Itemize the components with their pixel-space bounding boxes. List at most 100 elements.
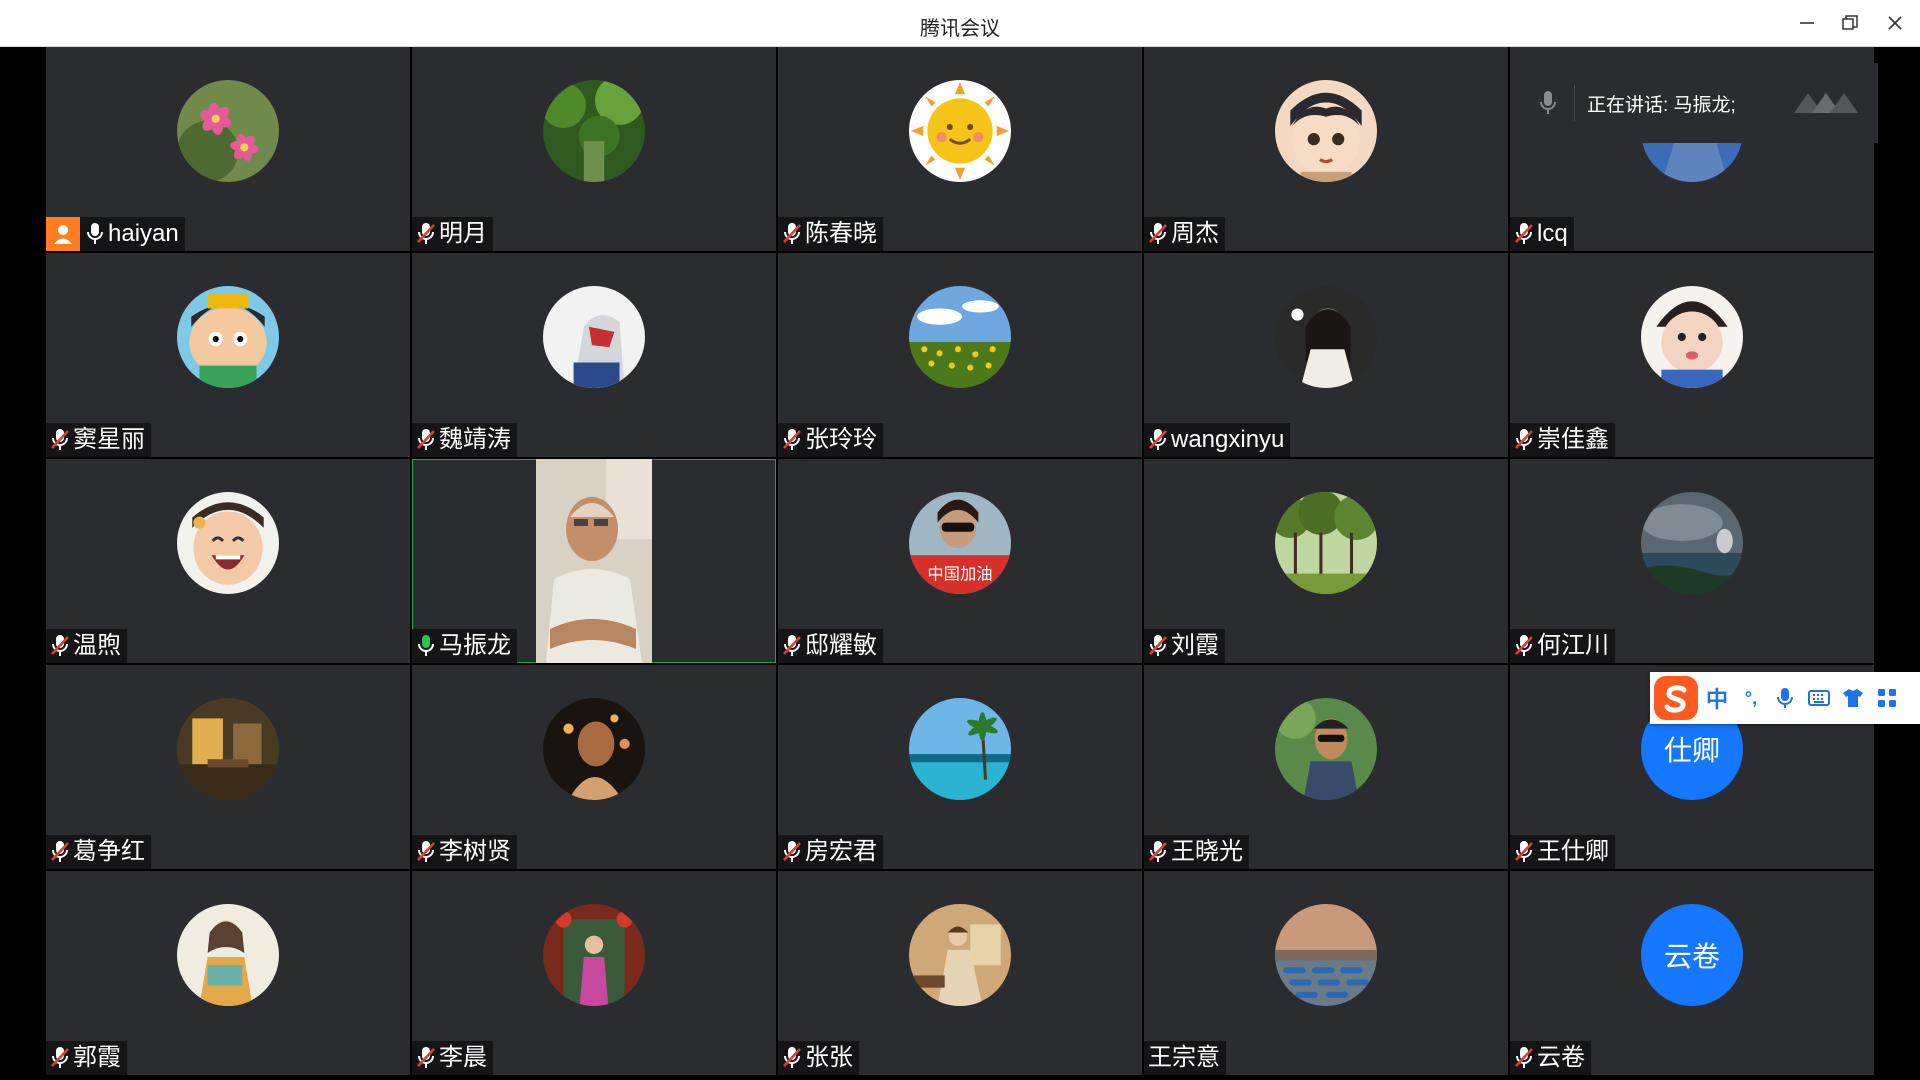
restore-button[interactable]	[1835, 8, 1865, 38]
microphone-muted-icon	[417, 223, 435, 244]
participant-tile[interactable]: 温煦	[46, 459, 410, 663]
mic-status	[1514, 634, 1534, 658]
svg-text:中国加油: 中国加油	[927, 565, 992, 584]
participant-tile[interactable]: 明月	[412, 47, 776, 251]
microphone-muted-icon	[783, 841, 801, 862]
participant-name: 李树贤	[439, 838, 511, 865]
mic-status	[1148, 428, 1168, 452]
minimize-button[interactable]	[1792, 8, 1822, 38]
microphone-muted-icon	[1149, 429, 1167, 450]
avatar: 云卷	[1641, 904, 1743, 1006]
participant-name: 邸耀敏	[805, 632, 877, 659]
name-plate: 王宗意	[1144, 1041, 1226, 1075]
mic-status	[85, 222, 105, 246]
participant-name: 葛争红	[73, 838, 145, 865]
tencent-meeting-logo-icon	[1794, 93, 1858, 113]
avatar	[909, 286, 1011, 388]
name-plate: 张玲玲	[778, 423, 883, 457]
participant-tile[interactable]: 王宗意	[1144, 871, 1508, 1075]
participant-tile[interactable]: 刘霞	[1144, 459, 1508, 663]
name-plate: 魏靖涛	[412, 423, 517, 457]
participant-tile[interactable]: 周杰	[1144, 47, 1508, 251]
name-plate: 邸耀敏	[778, 629, 883, 663]
active-speaker-banner: 正在讲话: 马振龙;	[1512, 63, 1878, 143]
participant-name: 张张	[805, 1044, 853, 1071]
participant-tile[interactable]: haiyan	[46, 47, 410, 251]
microphone-muted-icon	[783, 635, 801, 656]
name-plate: 何江川	[1510, 629, 1615, 663]
participant-tile[interactable]: 窦星丽	[46, 253, 410, 457]
ime-punctuation-toggle[interactable]: °,	[1734, 688, 1768, 709]
participant-grid: haiyan 明月 陈春晓 周杰 lcq 窦星丽 魏靖涛 张玲玲 wangxinyu 崇佳鑫 温煦 马…	[46, 47, 1874, 1075]
video-gallery: haiyan 明月 陈春晓 周杰 lcq 窦星丽 魏靖涛 张玲玲 wangxinyu 崇佳鑫 温煦 马…	[46, 47, 1876, 1077]
participant-tile[interactable]: 王晓光	[1144, 665, 1508, 869]
name-plate: 马振龙	[412, 629, 517, 663]
participant-name: 张玲玲	[805, 426, 877, 453]
ime-toolbar[interactable]: 中 °,	[1650, 672, 1920, 724]
participant-name: 马振龙	[439, 632, 511, 659]
avatar	[543, 286, 645, 388]
participant-tile[interactable]: 郭霞	[46, 871, 410, 1075]
microphone-muted-icon	[1515, 429, 1533, 450]
ime-mode-toggle[interactable]: 中	[1700, 682, 1734, 714]
name-plate: 王晓光	[1144, 835, 1249, 869]
microphone-muted-icon	[1515, 223, 1533, 244]
name-plate: 葛争红	[46, 835, 151, 869]
mic-status	[50, 1046, 70, 1070]
tshirt-icon	[1843, 689, 1863, 707]
participant-tile[interactable]: 张张	[778, 871, 1142, 1075]
mic-status	[1148, 634, 1168, 658]
participant-tile[interactable]: 云卷 云卷	[1510, 871, 1874, 1075]
ime-keyboard-button[interactable]	[1802, 686, 1836, 710]
avatar	[1641, 286, 1743, 388]
microphone-muted-icon	[1515, 1047, 1533, 1068]
participant-name: 明月	[439, 220, 487, 247]
ime-voice-button[interactable]	[1768, 686, 1802, 710]
microphone-muted-icon	[1515, 841, 1533, 862]
name-plate: 房宏君	[778, 835, 883, 869]
mic-status	[1148, 222, 1168, 246]
microphone-muted-icon	[1149, 223, 1167, 244]
participant-tile[interactable]: 中国加油邸耀敏	[778, 459, 1142, 663]
microphone-muted-icon	[417, 429, 435, 450]
participant-tile[interactable]: 马振龙	[412, 459, 776, 663]
participant-name: wangxinyu	[1171, 426, 1285, 453]
mic-status	[1148, 840, 1168, 864]
avatar	[1275, 80, 1377, 182]
mic-status	[416, 840, 436, 864]
microphone-muted-icon	[417, 1047, 435, 1068]
participant-name: 云卷	[1537, 1044, 1585, 1071]
mic-status	[782, 840, 802, 864]
participant-tile[interactable]: 崇佳鑫	[1510, 253, 1874, 457]
mic-status	[50, 634, 70, 658]
host-badge	[46, 217, 80, 251]
avatar	[177, 286, 279, 388]
participant-tile[interactable]: 张玲玲	[778, 253, 1142, 457]
participant-tile[interactable]: 陈春晓	[778, 47, 1142, 251]
participant-tile[interactable]: 魏靖涛	[412, 253, 776, 457]
avatar	[909, 80, 1011, 182]
microphone-muted-icon	[51, 635, 69, 656]
participant-tile[interactable]: 葛争红	[46, 665, 410, 869]
participant-tile[interactable]: 何江川	[1510, 459, 1874, 663]
microphone-muted-icon	[783, 429, 801, 450]
name-plate: 窦星丽	[46, 423, 151, 457]
participant-video	[536, 459, 652, 663]
avatar	[909, 904, 1011, 1006]
avatar: 中国加油	[909, 492, 1011, 594]
participant-name: 王宗意	[1148, 1044, 1220, 1071]
mic-status	[50, 840, 70, 864]
participant-tile[interactable]: 李晨	[412, 871, 776, 1075]
participant-tile[interactable]: 李树贤	[412, 665, 776, 869]
microphone-icon	[1777, 688, 1793, 708]
name-plate: 王仕卿	[1510, 835, 1615, 869]
close-button[interactable]	[1880, 8, 1910, 38]
ime-skin-button[interactable]	[1836, 686, 1870, 710]
participant-tile[interactable]: wangxinyu	[1144, 253, 1508, 457]
microphone-muted-icon	[1149, 841, 1167, 862]
participant-tile[interactable]: 房宏君	[778, 665, 1142, 869]
ime-toolbox-button[interactable]	[1870, 686, 1904, 710]
window-title: 腾讯会议	[920, 18, 1000, 40]
participant-name: 周杰	[1171, 220, 1219, 247]
participant-name: 王仕卿	[1537, 838, 1609, 865]
